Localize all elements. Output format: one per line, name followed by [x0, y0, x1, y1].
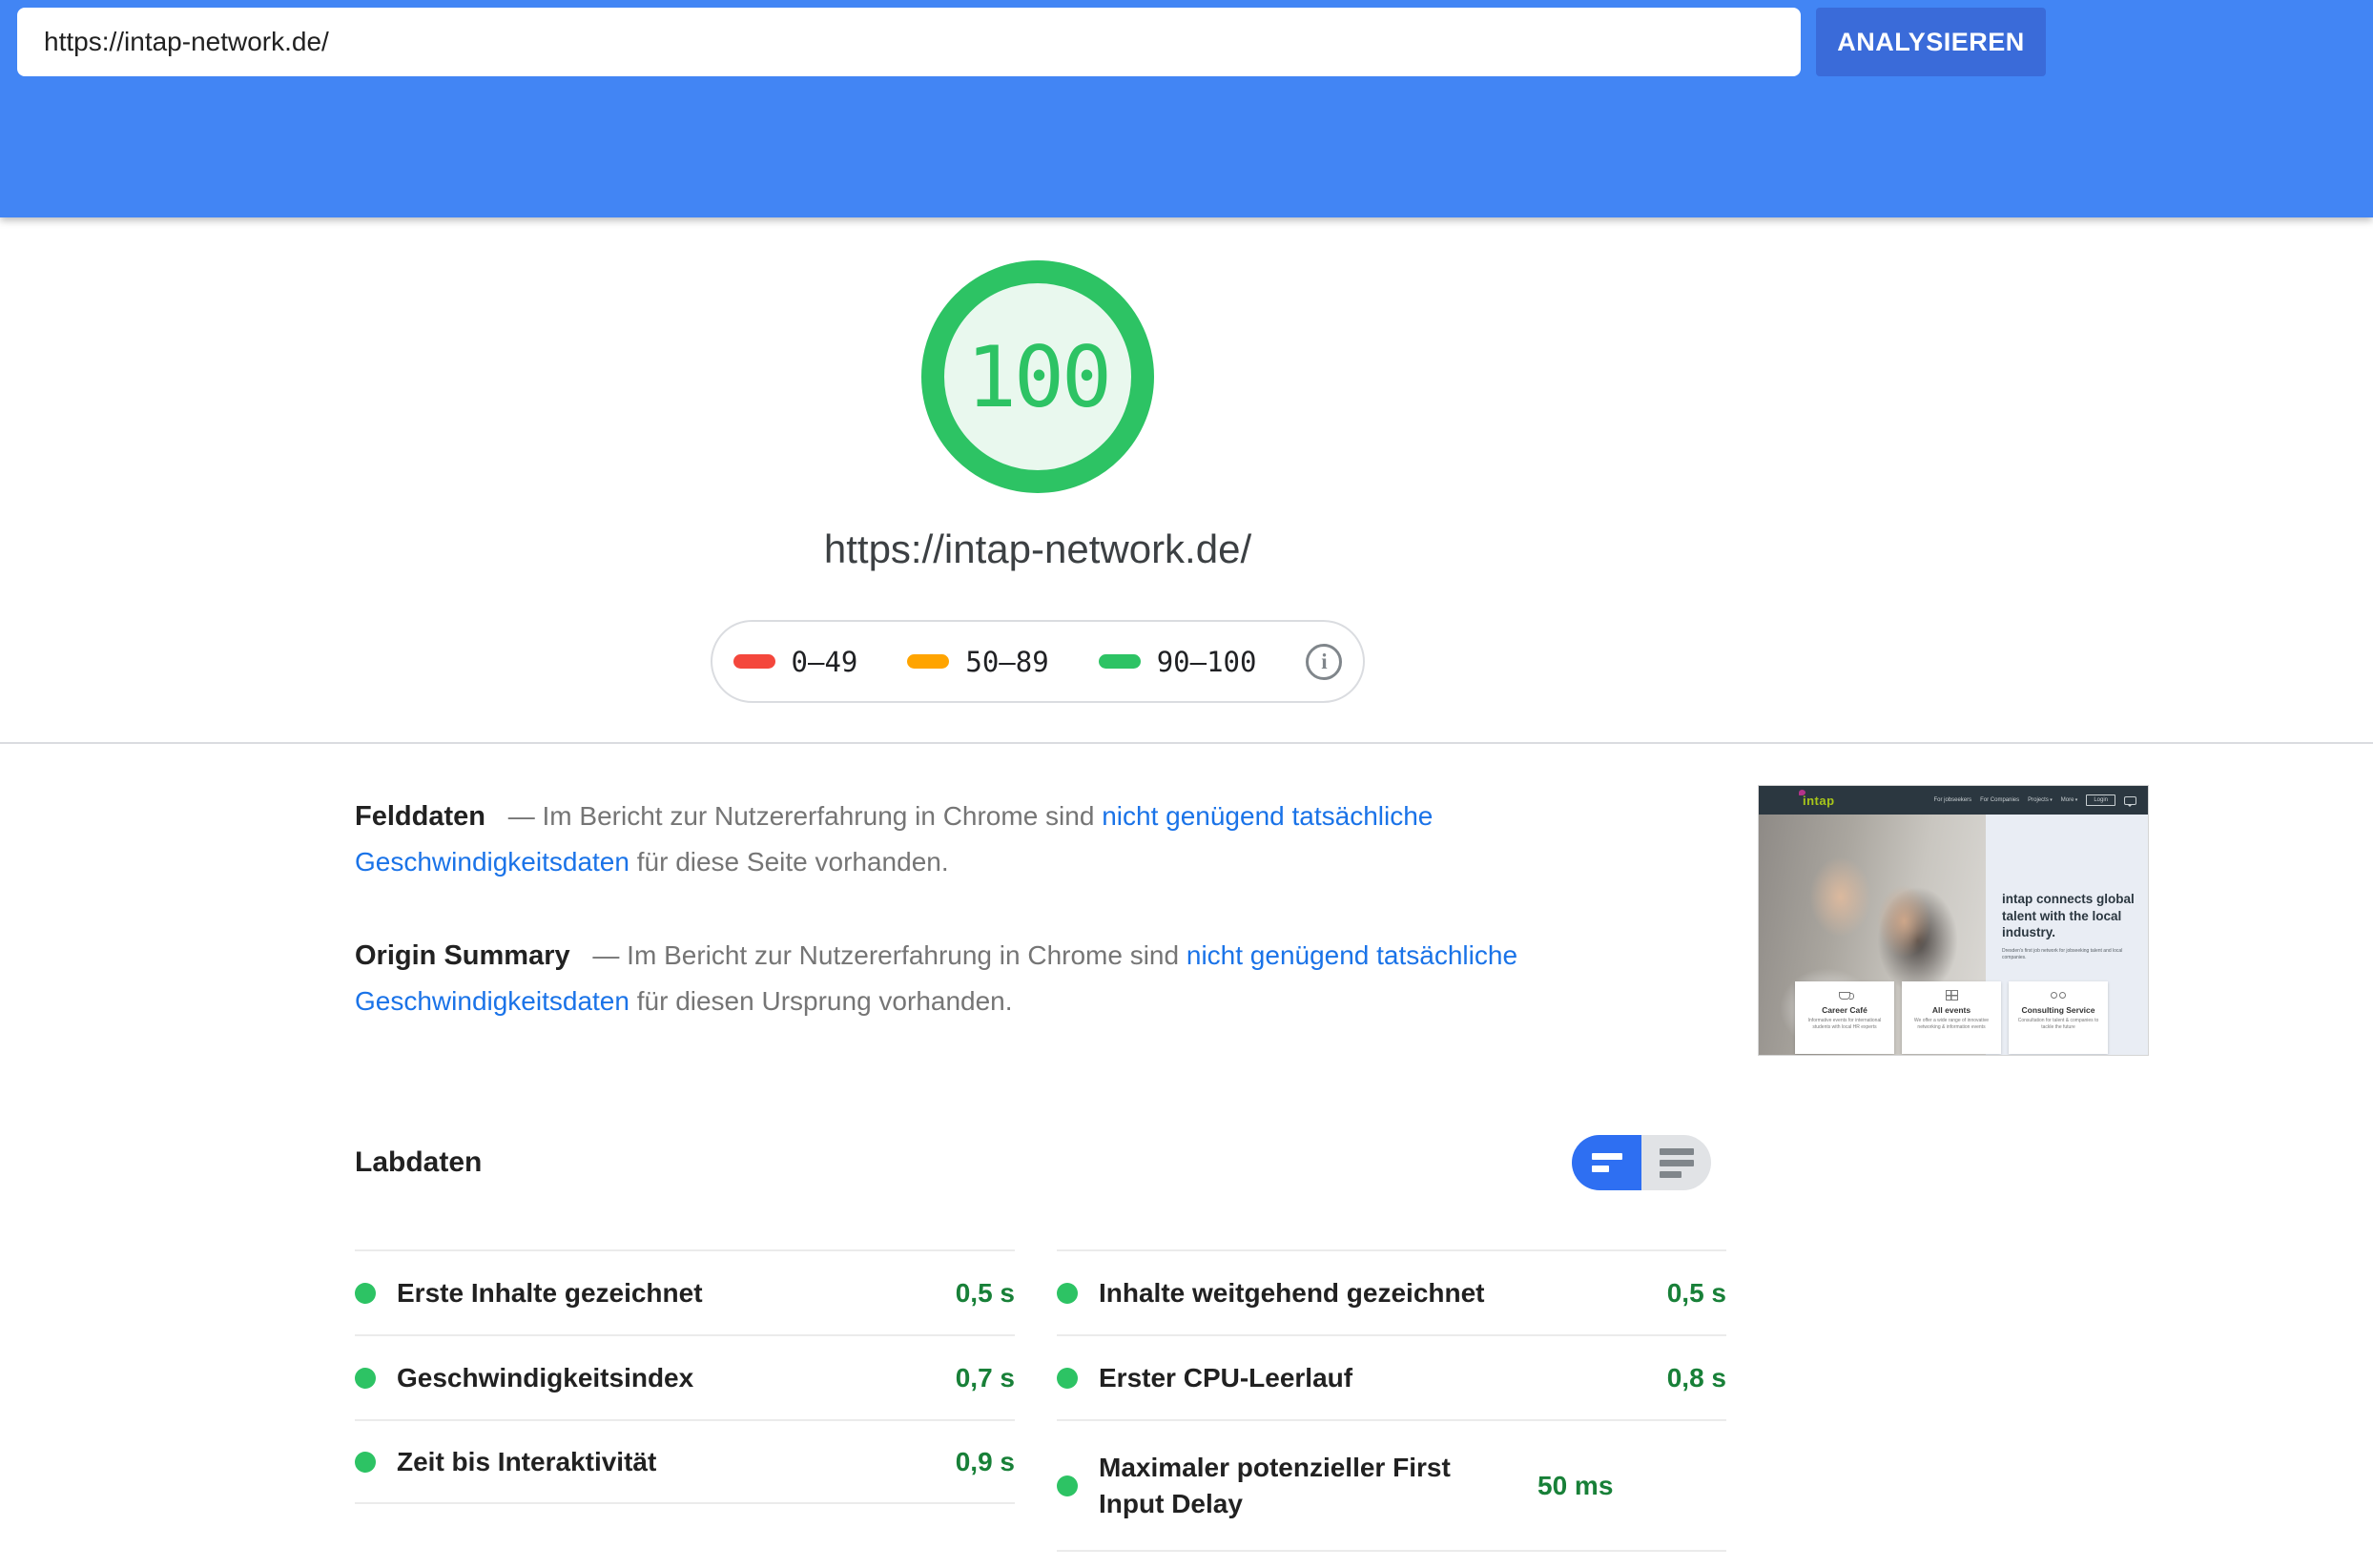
metric-value: 50 ms — [1537, 1471, 1613, 1501]
thumb-card-consulting: Consulting Service Consultation for tale… — [2009, 981, 2108, 1054]
analyzed-url-title: https://intap-network.de/ — [561, 526, 1515, 572]
performance-score-gauge: 100 — [921, 260, 1154, 493]
field-data-text: — Im Bericht zur Nutzererfahrung in Chro… — [508, 801, 1095, 831]
thumb-card-career-cafe: Career Café Informative events for inter… — [1795, 981, 1894, 1054]
metric-row-max-potential-fid: Maximaler potenzieller First Input Delay… — [1057, 1419, 1726, 1552]
legend-item-poor: 0–49 — [733, 646, 858, 678]
metric-label: Inhalte weitgehend gezeichnet — [1099, 1275, 1648, 1311]
consulting-service-icon — [2014, 988, 2102, 1002]
url-input[interactable] — [17, 8, 1801, 76]
thumb-nav-jobseekers: For jobseekers — [1933, 797, 1971, 803]
metric-status-dot-icon — [355, 1283, 376, 1304]
metric-status-dot-icon — [1057, 1475, 1078, 1496]
performance-score-value: 100 — [966, 328, 1109, 426]
all-events-icon — [1908, 988, 1995, 1002]
origin-summary-paragraph: Origin Summary — Im Bericht zur Nutzerer… — [355, 933, 1566, 1024]
metric-status-dot-icon — [355, 1452, 376, 1473]
thumb-logo-flower-icon — [1799, 790, 1806, 795]
legend-chip-green-icon — [1099, 654, 1141, 669]
thumb-nav-more: More — [2061, 797, 2078, 803]
thumb-site-nav: For jobseekers For Companies Projects Mo… — [1933, 794, 2136, 806]
metric-row-time-to-interactive: Zeit bis Interaktivität 0,9 s — [355, 1419, 1015, 1504]
legend-label: 0–49 — [792, 646, 858, 678]
metric-value: 0,5 s — [956, 1278, 1015, 1309]
info-icon[interactable]: i — [1306, 644, 1342, 680]
analyze-button[interactable]: ANALYSIEREN — [1816, 8, 2046, 76]
metric-status-dot-icon — [355, 1368, 376, 1389]
toggle-compact-view-button[interactable] — [1572, 1135, 1641, 1190]
metric-value: 0,9 s — [956, 1447, 1015, 1477]
metric-value: 0,7 s — [956, 1363, 1015, 1393]
thumb-nav-companies: For Companies — [1980, 797, 2019, 803]
thumb-nav-projects: Projects — [2028, 797, 2053, 803]
metric-value: 0,8 s — [1667, 1363, 1726, 1393]
thumb-card-text: Consultation for talent & companies to t… — [2014, 1018, 2102, 1031]
metric-value: 0,5 s — [1667, 1278, 1726, 1309]
thumb-card-title: Consulting Service — [2014, 1005, 2102, 1015]
thumb-chat-icon — [2124, 796, 2136, 805]
field-data-text-tail: für diese Seite vorhanden. — [637, 847, 949, 877]
thumb-hero-title: intap connects global talent with the lo… — [2002, 891, 2136, 941]
career-cafe-icon — [1801, 988, 1888, 1002]
origin-summary-text-tail: für diesen Ursprung vorhanden. — [637, 986, 1013, 1016]
metric-row-first-meaningful-paint: Inhalte weitgehend gezeichnet 0,5 s — [1057, 1249, 1726, 1334]
thumb-card-title: Career Café — [1801, 1005, 1888, 1015]
metric-status-dot-icon — [1057, 1283, 1078, 1304]
thumb-login-button: Login — [2086, 794, 2115, 806]
thumb-intap-logo: intap — [1803, 794, 1835, 808]
top-bar: ANALYSIEREN — [0, 0, 2373, 217]
thumb-card-title: All events — [1908, 1005, 1995, 1015]
thumb-hero-text: intap connects global talent with the lo… — [2002, 891, 2136, 962]
lab-view-toggle — [1572, 1135, 1711, 1190]
metric-label: Erste Inhalte gezeichnet — [397, 1275, 937, 1311]
field-data-paragraph: Felddaten — Im Bericht zur Nutzererfahru… — [355, 794, 1566, 885]
toggle-list-view-button[interactable] — [1641, 1135, 1711, 1190]
metric-row-first-cpu-idle: Erster CPU-Leerlauf 0,8 s — [1057, 1334, 1726, 1419]
field-data-heading: Felddaten — [355, 801, 485, 832]
origin-summary-text: — Im Bericht zur Nutzererfahrung in Chro… — [592, 940, 1179, 970]
thumb-logo-text: intap — [1803, 794, 1835, 808]
metric-row-speed-index: Geschwindigkeitsindex 0,7 s — [355, 1334, 1015, 1419]
origin-summary-heading: Origin Summary — [355, 940, 570, 971]
metrics-column-left: Erste Inhalte gezeichnet 0,5 s Geschwind… — [355, 1249, 1015, 1504]
thumb-site-header: intap For jobseekers For Companies Proje… — [1759, 786, 2148, 815]
thumb-card-all-events: All events We offer a wide range of inno… — [1902, 981, 2001, 1054]
list-view-icon — [1660, 1148, 1694, 1178]
metric-label: Geschwindigkeitsindex — [397, 1360, 937, 1396]
metrics-column-right: Inhalte weitgehend gezeichnet 0,5 s Erst… — [1057, 1249, 1726, 1552]
legend-chip-red-icon — [733, 654, 775, 669]
legend-item-good: 90–100 — [1099, 646, 1257, 678]
metric-row-first-contentful-paint: Erste Inhalte gezeichnet 0,5 s — [355, 1249, 1015, 1334]
legend-chip-orange-icon — [907, 654, 949, 669]
metric-label: Erster CPU-Leerlauf — [1099, 1360, 1648, 1396]
score-legend: 0–49 50–89 90–100 i — [711, 620, 1365, 703]
metric-label: Zeit bis Interaktivität — [397, 1444, 937, 1480]
metric-status-dot-icon — [1057, 1368, 1078, 1389]
legend-label: 50–89 — [965, 646, 1048, 678]
site-screenshot-thumbnail: intap For jobseekers For Companies Proje… — [1758, 785, 2149, 1056]
thumb-card-text: We offer a wide range of innovative netw… — [1908, 1018, 1995, 1031]
legend-item-average: 50–89 — [907, 646, 1048, 678]
compact-view-icon — [1592, 1153, 1622, 1172]
thumb-card-text: Informative events for international stu… — [1801, 1018, 1888, 1031]
section-divider — [0, 742, 2373, 744]
thumb-hero-subtitle: Dresden's first job network for jobseeki… — [2002, 948, 2136, 962]
lab-data-heading: Labdaten — [355, 1146, 482, 1179]
legend-label: 90–100 — [1157, 646, 1257, 678]
metric-label: Maximaler potenzieller First Input Delay — [1099, 1450, 1518, 1522]
